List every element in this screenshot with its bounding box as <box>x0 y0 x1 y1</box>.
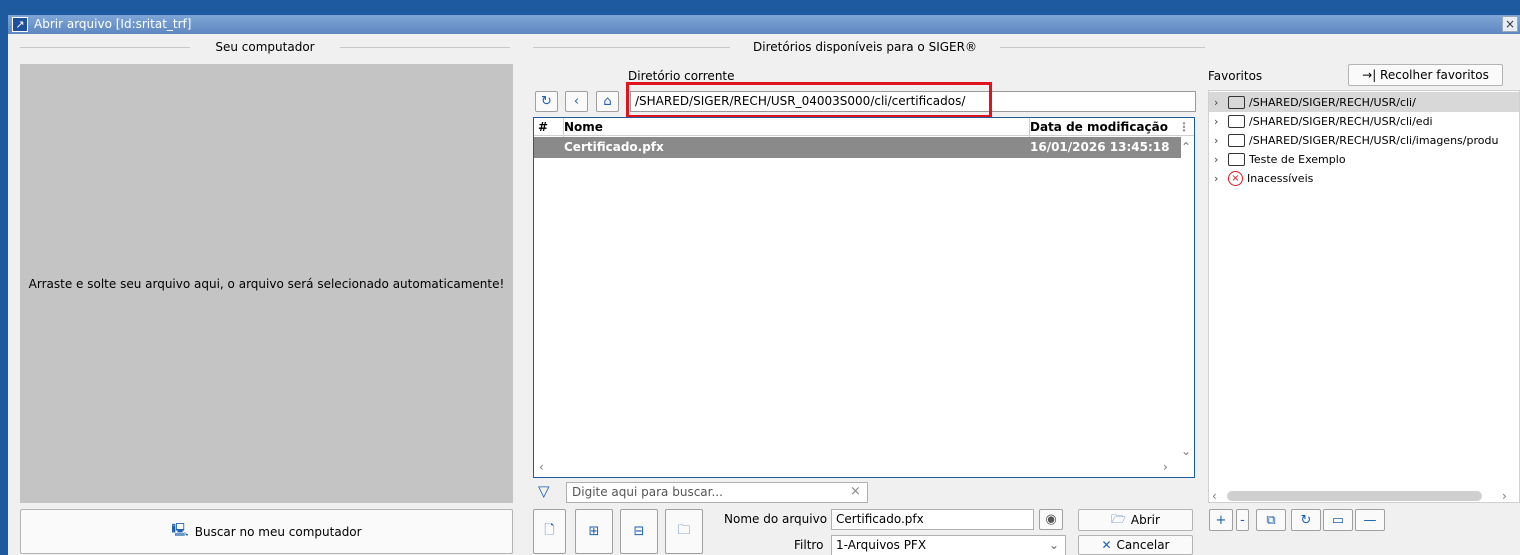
scroll-left-icon[interactable]: ‹ <box>1212 489 1217 503</box>
scroll-right-icon[interactable]: › <box>1163 460 1168 474</box>
favorites-title: Favoritos <box>1208 69 1263 83</box>
cancel-button-label: Cancelar <box>1116 538 1170 552</box>
folder-icon <box>1228 96 1245 109</box>
clear-search-icon[interactable]: × <box>850 484 861 499</box>
favorite-label: Inacessíveis <box>1247 172 1314 185</box>
chevron-right-icon: › <box>1214 172 1219 185</box>
window-title: Abrir arquivo [Id:sritat_trf] <box>8 15 1520 34</box>
favorite-item[interactable]: › /SHARED/SIGER/RECH/USR/cli/imagens/pro… <box>1214 131 1520 150</box>
remove-favorite-button[interactable]: - <box>1236 509 1249 531</box>
collapse-all-button[interactable]: ▭ <box>1323 509 1353 531</box>
browse-computer-button[interactable]: 🖳 Buscar no meu computador <box>20 509 513 554</box>
back-button[interactable]: ‹ <box>565 91 588 112</box>
folder-open-icon <box>1228 115 1245 128</box>
folder-rename-icon: 🗀 <box>677 522 691 538</box>
open-button[interactable]: 🗁 Abrir <box>1078 509 1193 531</box>
home-icon: ⌂ <box>603 94 612 109</box>
computer-icon: 🖳 <box>171 522 189 538</box>
chevron-right-icon: › <box>1214 153 1219 166</box>
horizontal-scrollbar[interactable] <box>1227 491 1482 501</box>
column-menu-icon[interactable]: ⋮ <box>1178 118 1190 136</box>
add-folder-icon: ⊞ <box>588 524 600 539</box>
filename-label: Nome do arquivo <box>724 512 828 526</box>
drop-zone[interactable]: Arraste e solte seu arquivo aqui, o arqu… <box>20 64 513 503</box>
close-button[interactable]: × <box>1502 16 1518 32</box>
table-header: # Nome Data de modificação ⋮ <box>534 118 1194 136</box>
favorite-item[interactable]: › Teste de Exemplo <box>1214 150 1346 169</box>
refresh-button[interactable]: ↻ <box>535 91 558 112</box>
scroll-up-icon[interactable]: ⌃ <box>1181 140 1191 154</box>
table-row[interactable]: Certificado.pfx 16/01/2026 13:45:18 <box>534 137 1181 158</box>
cancel-icon: ✕ <box>1101 538 1112 552</box>
current-dir-label: Diretório corrente <box>628 69 735 83</box>
drop-zone-text: Arraste e solte seu arquivo aqui, o arqu… <box>28 276 505 291</box>
copy-button[interactable]: ⧉ <box>1256 509 1286 531</box>
favorite-label: /SHARED/SIGER/RECH/USR/cli/imagens/produ <box>1249 134 1499 147</box>
remove-folder-button[interactable]: ⊟ <box>620 509 658 554</box>
rename-folder-button[interactable]: 🗀 <box>665 509 703 554</box>
error-icon: × <box>1228 171 1243 186</box>
file-modified-cell: 16/01/2026 13:45:18 <box>1030 140 1170 154</box>
new-file-button[interactable]: 🗋 <box>533 509 566 554</box>
new-file-icon: 🗋 <box>544 522 555 538</box>
eye-icon: ◉ <box>1045 512 1057 527</box>
minus-icon: - <box>1240 512 1245 528</box>
scroll-right-icon[interactable]: › <box>1502 489 1507 503</box>
column-header-modified[interactable]: Data de modificação <box>1030 118 1168 136</box>
preview-button[interactable]: ◉ <box>1039 509 1063 530</box>
folder-icon <box>1228 153 1245 166</box>
refresh-icon: ↻ <box>541 94 552 109</box>
scroll-down-icon[interactable]: ⌄ <box>1181 444 1191 458</box>
favorite-item[interactable]: › /SHARED/SIGER/RECH/USR/cli/ <box>1214 93 1416 112</box>
home-button[interactable]: ⌂ <box>596 91 619 112</box>
middle-section-title: Diretórios disponíveis para o SIGER® <box>730 40 1000 54</box>
browse-computer-label: Buscar no meu computador <box>194 524 362 539</box>
folder-icon <box>1228 134 1245 147</box>
favorite-label: Teste de Exemplo <box>1249 153 1346 166</box>
add-favorite-button[interactable]: + <box>1209 509 1233 531</box>
refresh-favorites-button[interactable]: ↻ <box>1291 509 1321 531</box>
new-folder-button[interactable]: ⊞ <box>575 509 613 554</box>
filter-select-value: 1-Arquivos PFX <box>836 538 927 552</box>
chevron-right-icon: › <box>1214 115 1219 128</box>
filter-label: Filtro <box>794 538 824 552</box>
filter-select[interactable]: 1-Arquivos PFX ⌄ <box>831 535 1066 555</box>
left-section-title: Seu computador <box>190 40 340 54</box>
column-header-index[interactable]: # <box>538 118 548 136</box>
open-button-label: Abrir <box>1130 513 1160 527</box>
refresh-icon: ↻ <box>1300 512 1312 528</box>
plus-icon: + <box>1215 512 1227 528</box>
search-input[interactable]: Digite aqui para buscar... <box>566 482 868 503</box>
collapse-favorites-label: →| Recolher favoritos <box>1362 68 1489 82</box>
chevron-left-icon: ‹ <box>573 94 580 109</box>
filter-funnel-icon[interactable]: ▽ <box>538 482 550 500</box>
copy-icon: ⧉ <box>1266 512 1276 528</box>
cancel-button[interactable]: ✕ Cancelar <box>1078 535 1193 555</box>
collapse-favorites-button[interactable]: →| Recolher favoritos <box>1348 64 1503 86</box>
app-icon: ↗ <box>12 17 28 32</box>
chevron-right-icon: › <box>1214 96 1219 109</box>
chevron-down-icon: ⌄ <box>1048 538 1059 552</box>
favorite-label: /SHARED/SIGER/RECH/USR/cli/edi <box>1249 115 1433 128</box>
path-highlight-box <box>626 82 992 118</box>
open-folder-icon: 🗁 <box>1111 511 1126 526</box>
file-table[interactable] <box>533 117 1195 478</box>
file-name-cell: Certificado.pfx <box>564 140 664 154</box>
chevron-right-icon: › <box>1214 134 1219 147</box>
favorite-label: /SHARED/SIGER/RECH/USR/cli/ <box>1249 96 1416 109</box>
remove-folder-icon: ⊟ <box>633 524 645 539</box>
favorite-item[interactable]: › × Inacessíveis <box>1214 169 1313 188</box>
collapse-all-icon: ▭ <box>1331 512 1345 528</box>
scroll-left-icon[interactable]: ‹ <box>539 460 544 474</box>
column-header-name[interactable]: Nome <box>564 118 603 136</box>
favorite-item[interactable]: › /SHARED/SIGER/RECH/USR/cli/edi <box>1214 112 1433 131</box>
dash-icon: — <box>1363 512 1377 528</box>
minimize-button[interactable]: — <box>1355 509 1385 531</box>
filename-input[interactable]: Certificado.pfx <box>831 509 1034 530</box>
